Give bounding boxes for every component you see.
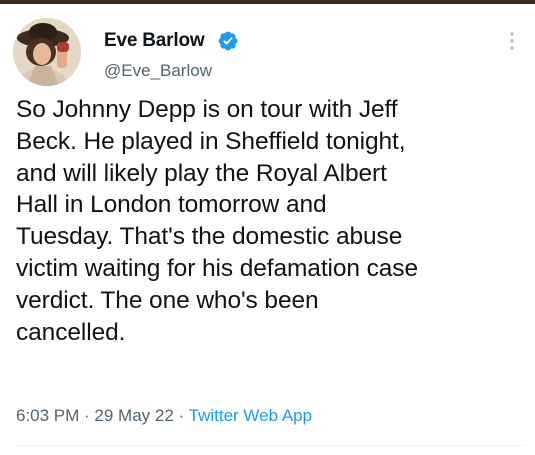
- tweet-text-line: victim waiting for his defamation case: [16, 254, 418, 282]
- tweet-text-line: and will likely play the Royal Albert: [16, 159, 387, 187]
- tweet-text-line: Hall in London tomorrow and: [16, 191, 327, 219]
- avatar-photo-icon: [13, 18, 81, 86]
- top-edge-strip: [0, 0, 535, 4]
- tweet-date[interactable]: 29 May 22: [94, 406, 173, 425]
- tweet-source-link[interactable]: Twitter Web App: [189, 406, 312, 425]
- meta-separator: ·: [79, 406, 95, 425]
- verified-badge-icon: [218, 31, 238, 51]
- tweet-time[interactable]: 6:03 PM: [16, 406, 79, 425]
- tweet-text-line: So Johnny Depp is on tour with Jeff: [16, 96, 398, 123]
- tweet-text: So Johnny Depp is on tour with Jeff Beck…: [16, 94, 528, 348]
- tweet-text-line: Tuesday. That's the domestic abuse: [16, 223, 403, 251]
- meta-separator: ·: [173, 406, 189, 425]
- avatar[interactable]: [13, 18, 81, 86]
- author-display-name[interactable]: Eve Barlow: [104, 29, 205, 53]
- more-options-icon[interactable]: [505, 30, 519, 52]
- tweet-meta: 6:03 PM · 29 May 22 · Twitter Web App: [16, 405, 312, 427]
- tweet-text-line: Beck. He played in Sheffield tonight,: [16, 127, 406, 155]
- tweet-text-line: cancelled.: [16, 318, 126, 346]
- author-handle[interactable]: @Eve_Barlow: [104, 60, 212, 82]
- tweet-text-line: verdict. The one who's been: [16, 286, 319, 314]
- divider: [16, 445, 524, 446]
